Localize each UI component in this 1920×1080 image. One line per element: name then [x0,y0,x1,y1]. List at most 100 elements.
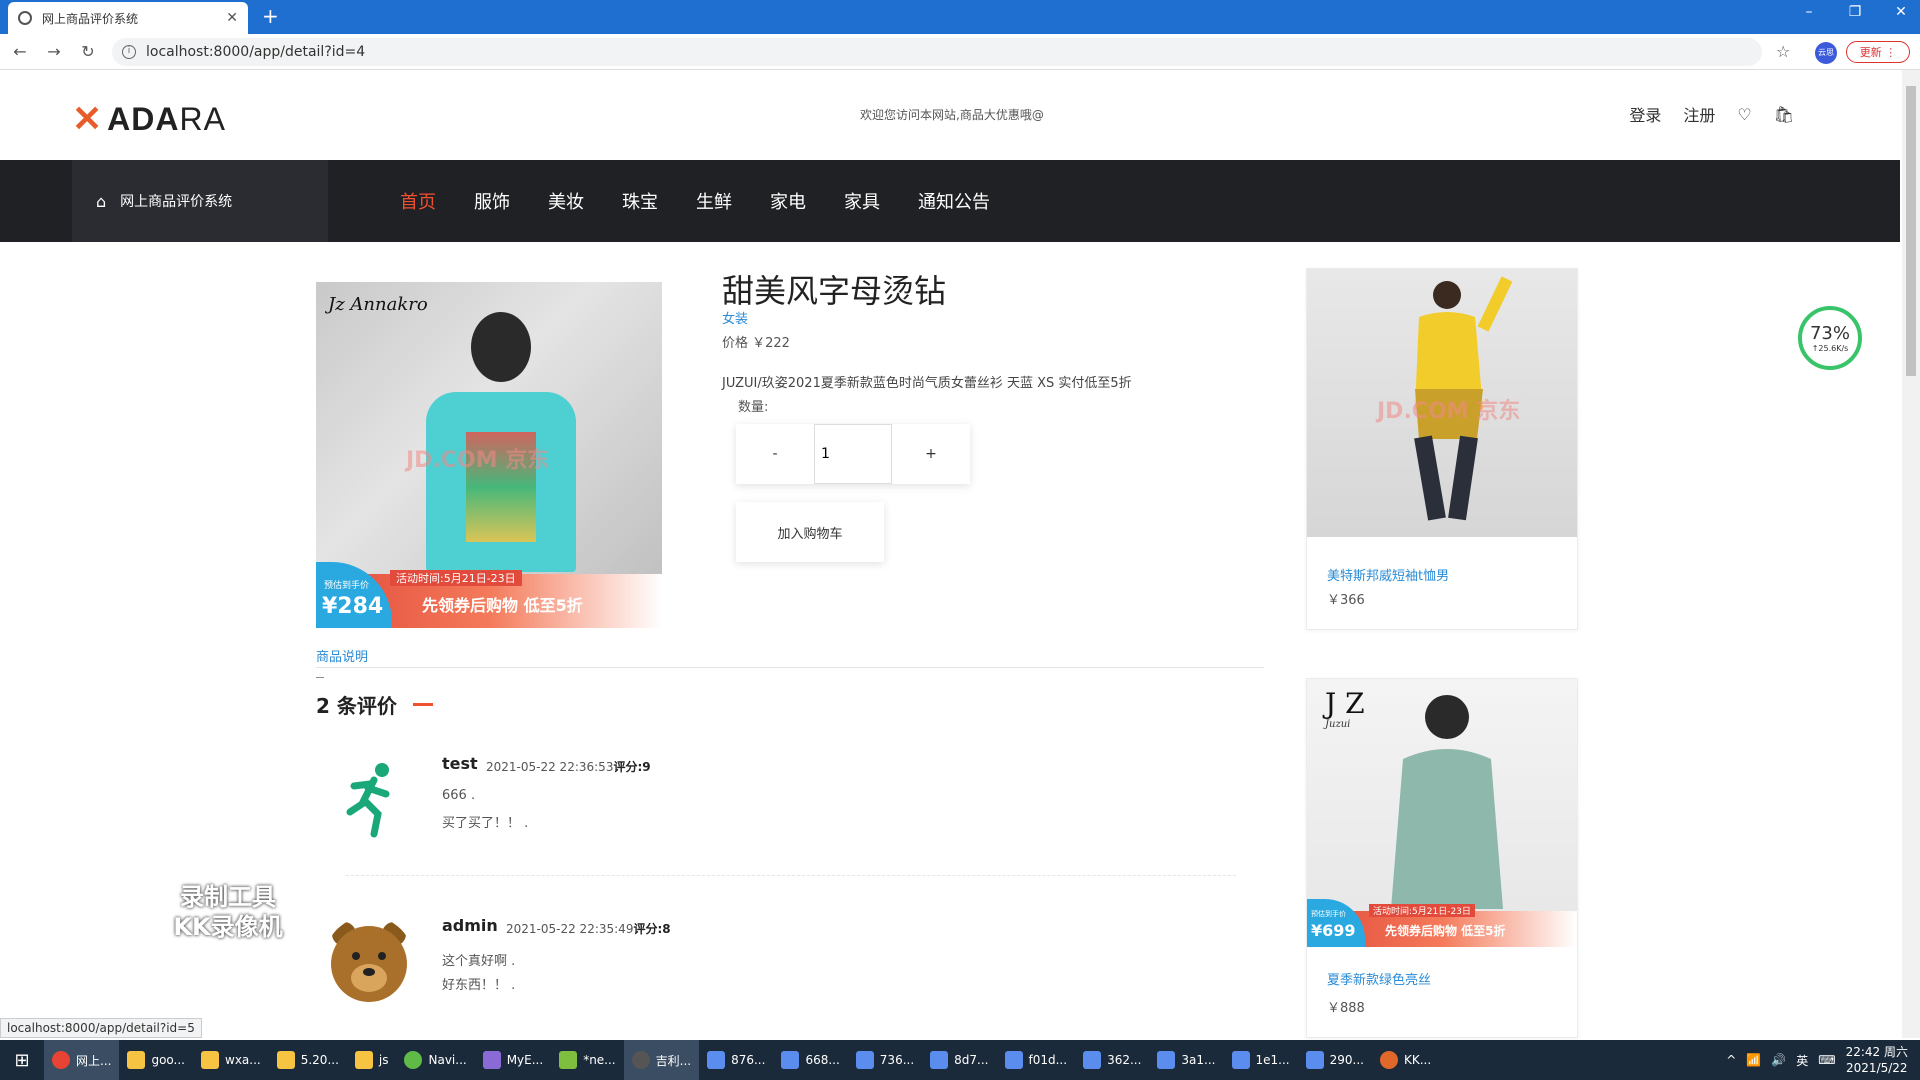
tray-arrow-icon[interactable]: ^ [1726,1053,1736,1067]
image-viewer-icon [1083,1051,1102,1069]
nav-link-apparel[interactable]: 服饰 [474,188,510,214]
nav-link-fresh[interactable]: 生鲜 [696,188,732,214]
taskbar-item[interactable]: 网上... [44,1040,120,1080]
network-icon[interactable]: 📶 [1746,1053,1761,1067]
taskbar-item[interactable]: wxa... [193,1040,269,1080]
review-score: 评分:8 [633,922,671,936]
recommended-product-card[interactable]: J Z Juzui 活动时间:5月21日-23日 预估到手价 ¥699 先领券后… [1306,678,1578,1038]
tab-indicator [316,677,324,678]
nav-link-home[interactable]: 首页 [400,188,436,214]
login-link[interactable]: 登录 [1629,102,1661,126]
taskbar-item[interactable]: Navi... [396,1040,474,1080]
keyboard-icon[interactable]: ⌨ [1818,1053,1835,1067]
product-title: 甜美风字母烫钻 [722,272,947,310]
bookmark-star-icon[interactable]: ☆ [1776,42,1790,61]
network-speed-widget[interactable]: 73% ↑25.6K/s [1798,306,1862,370]
taskbar-item[interactable]: goo... [119,1040,193,1080]
quantity-increase-button[interactable]: + [892,424,970,484]
review-text-line1: 这个真好啊 . [442,954,516,969]
taskbar-item[interactable]: 5.20... [269,1040,347,1080]
nav-link-jewelry[interactable]: 珠宝 [622,188,658,214]
scrollbar-thumb[interactable] [1906,86,1916,376]
speed-percent: 73% [1809,323,1850,344]
taskbar-item[interactable]: 吉利... [623,1040,700,1080]
minimize-icon[interactable]: – [1800,4,1818,20]
heart-icon[interactable]: ♡ [1737,105,1751,124]
shopping-bag-icon[interactable]: 🛍 [1774,105,1794,124]
promo-chip-label: 预估到手价 [1311,910,1346,918]
update-button[interactable]: 更新 ⋮ [1846,41,1910,63]
avatar [324,916,414,1006]
recommended-product-card[interactable]: JD.COM 京东 美特斯邦威短袖t恤男 ￥366 [1306,268,1578,630]
nav-home-label: 网上商品评价系统 [120,194,233,210]
register-link[interactable]: 注册 [1683,102,1715,126]
address-bar-row: ← → ↻ i localhost:8000/app/detail?id=4 ☆… [0,34,1920,70]
site-info-icon[interactable]: i [122,45,136,59]
speed-rate: ↑25.6K/s [1811,344,1849,353]
recommended-product-name[interactable]: 美特斯邦威短袖t恤男 [1327,565,1449,584]
nav-link-notices[interactable]: 通知公告 [918,188,990,214]
volume-icon[interactable]: 🔊 [1771,1053,1786,1067]
nav-link-furniture[interactable]: 家具 [844,188,880,214]
notepad-icon [559,1051,578,1069]
forward-icon[interactable]: → [40,42,68,61]
reload-icon[interactable]: ↻ [74,42,102,61]
review-meta: 2021-05-22 22:36:53评分:9 [486,758,651,775]
new-tab-button[interactable]: + [262,4,279,28]
profile-avatar[interactable]: 云思 [1815,42,1837,64]
product-image: Jz Annakro JD.COM 京东 活动时间:5月21日-23日 预估到手… [316,282,662,628]
taskbar-item[interactable]: *ne... [551,1040,623,1080]
product-category-link[interactable]: 女装 [722,308,748,327]
browser-tab-bar: 网上商品评价系统 ✕ + – ❐ ✕ [0,0,1920,34]
nav-link-beauty[interactable]: 美妆 [548,188,584,214]
image-viewer-icon [781,1051,800,1069]
taskbar-item[interactable]: MyE... [475,1040,551,1080]
close-window-icon[interactable]: ✕ [1892,4,1910,20]
taskbar-item[interactable]: 290... [1298,1040,1372,1080]
system-tray: ^ 📶 🔊 英 ⌨ 22:42 周六 2021/5/22 [1726,1040,1908,1080]
avatar [324,754,414,844]
nav-home-block[interactable]: ⌂ 网上商品评价系统 [72,160,328,242]
recommended-product-name[interactable]: 夏季新款绿色亮丝 [1327,969,1431,988]
taskbar-item[interactable]: 362... [1075,1040,1149,1080]
restore-icon[interactable]: ❐ [1846,4,1864,20]
taskbar-item[interactable]: f01d... [997,1040,1076,1080]
quantity-input[interactable] [814,424,892,484]
taskbar-item[interactable]: 736... [848,1040,922,1080]
nav-link-appliance[interactable]: 家电 [770,188,806,214]
taskbar-item[interactable]: 3a1... [1149,1040,1223,1080]
review-author: admin [442,916,498,935]
promo-time: 活动时间:5月21日-23日 [1369,904,1475,917]
myeclipse-icon [482,1051,501,1069]
navicat-icon [404,1051,423,1069]
taskbar-item[interactable]: 1e1... [1224,1040,1298,1080]
windows-start-icon[interactable]: ⊞ [0,1040,44,1080]
taskbar-item[interactable]: 8d7... [922,1040,996,1080]
site-header: ✕ ADA RA 欢迎您访问本网站,商品大优惠哦@ 登录 注册 ♡ 🛍 [0,70,1900,160]
promo-chip-price: ¥284 [322,594,384,619]
clock-date: 2021/5/22 [1846,1061,1908,1075]
taskbar-item[interactable]: 668... [773,1040,847,1080]
browser-tab[interactable]: 网上商品评价系统 ✕ [8,2,248,34]
taskbar-item[interactable]: 876... [699,1040,773,1080]
review-meta: 2021-05-22 22:35:49评分:8 [506,920,671,937]
product-brand-text: Jz Annakro [328,294,428,315]
tab-product-description[interactable]: 商品说明 [316,646,368,665]
taskbar-item[interactable]: KK... [1372,1040,1439,1080]
image-viewer-icon [1157,1051,1176,1069]
quantity-decrease-button[interactable]: - [736,424,814,484]
bear-icon [331,922,407,1002]
taskbar-item[interactable]: js [347,1040,397,1080]
ime-indicator[interactable]: 英 [1796,1052,1808,1069]
welcome-text: 欢迎您访问本网站,商品大优惠哦@ [860,108,1044,122]
update-label: 更新 [1859,46,1882,59]
image-viewer-icon [855,1051,874,1069]
url-input[interactable]: i localhost:8000/app/detail?id=4 [112,38,1762,66]
add-to-cart-button[interactable]: 加入购物车 [736,502,884,562]
quantity-stepper: - + [736,424,970,484]
taskbar-clock[interactable]: 22:42 周六 2021/5/22 [1846,1044,1908,1076]
quantity-label: 数量: [738,400,769,415]
back-icon[interactable]: ← [6,42,34,61]
close-tab-icon[interactable]: ✕ [226,10,238,26]
site-logo[interactable]: ✕ ADA RA [72,98,226,140]
